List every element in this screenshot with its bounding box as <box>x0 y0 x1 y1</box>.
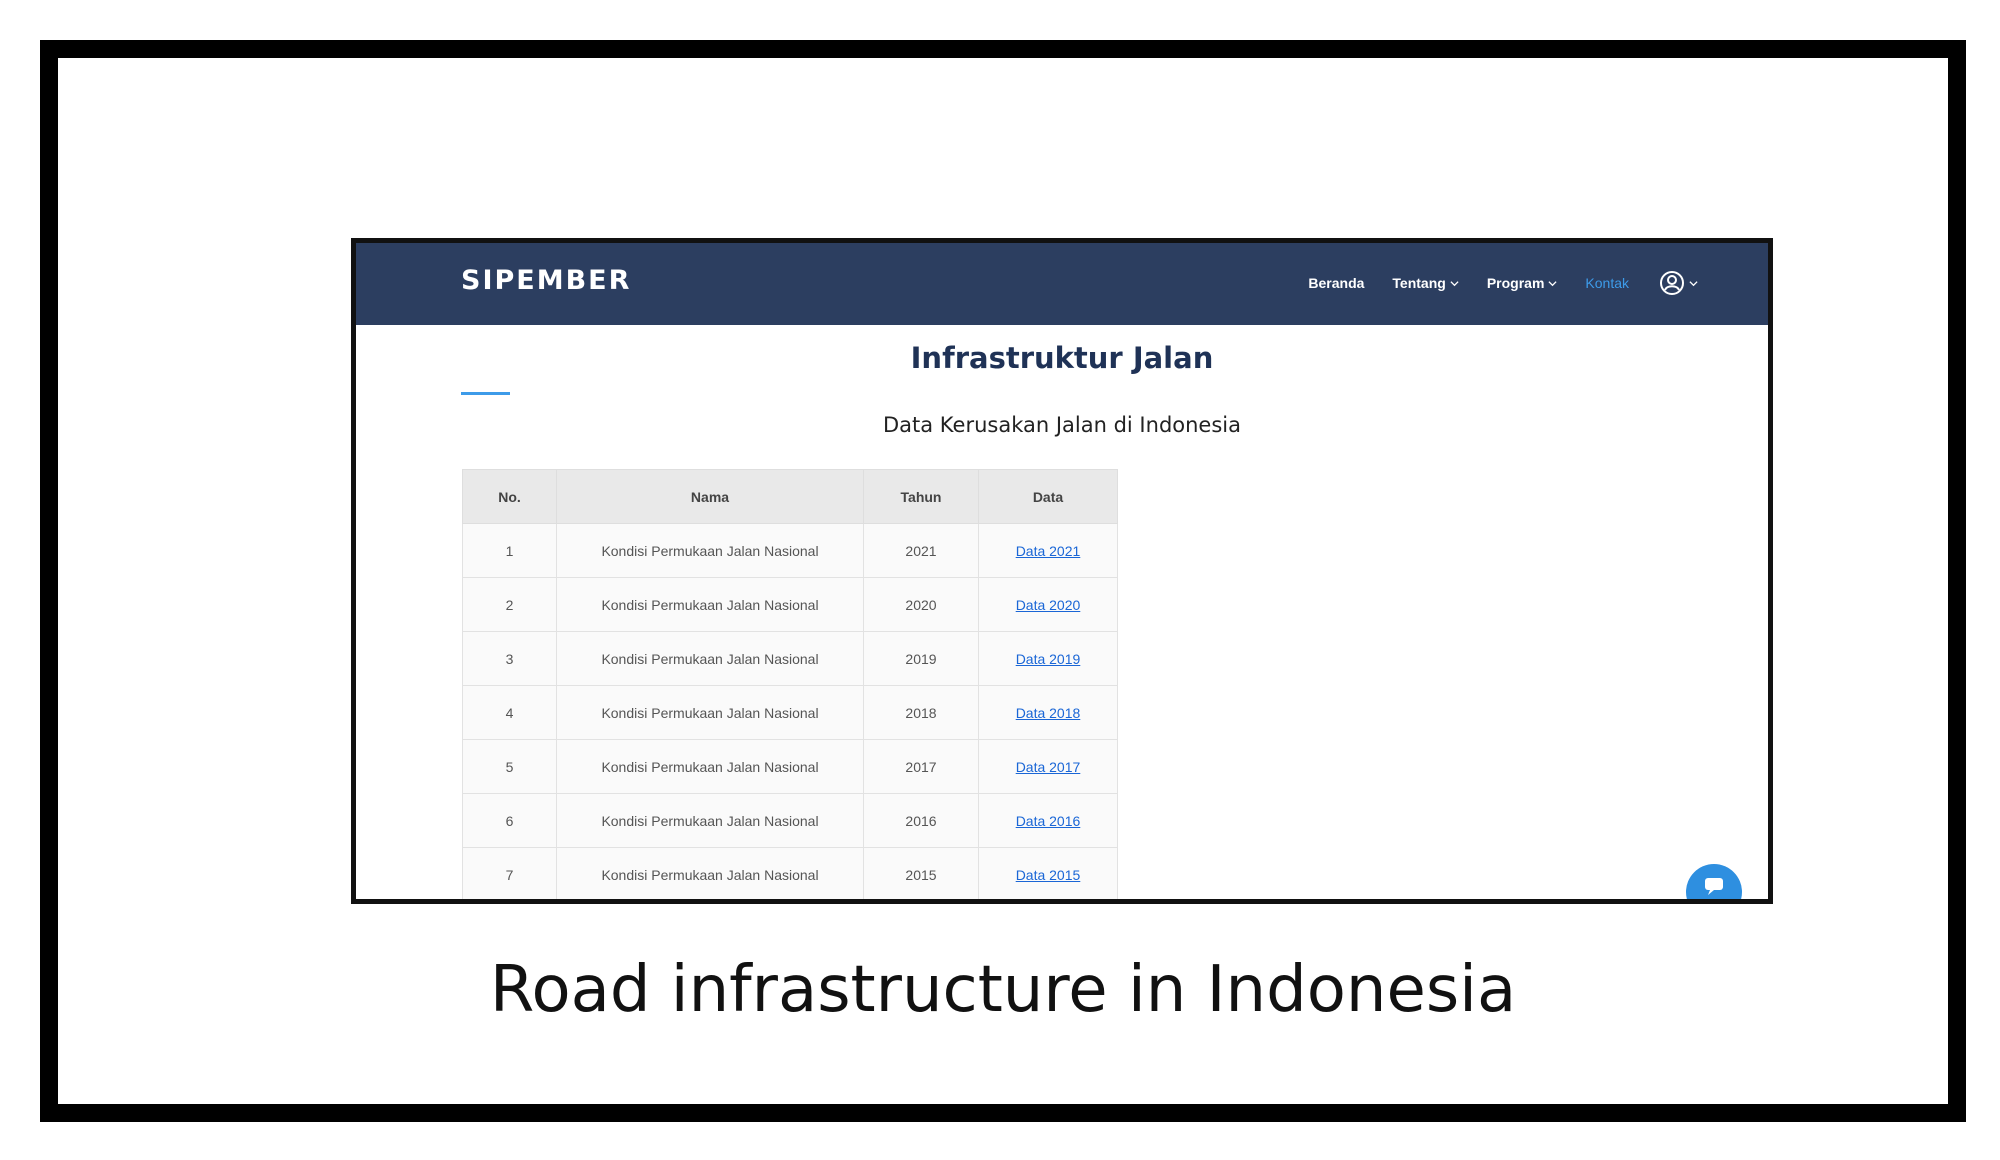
header-data: Data <box>978 469 1118 524</box>
chat-icon <box>1705 878 1723 895</box>
navbar: SIPEMBER Beranda Tentang Program Kontak <box>356 243 1768 325</box>
nav-menu: Beranda Tentang Program Kontak <box>1280 270 1698 296</box>
data-link[interactable]: Data 2017 <box>1016 759 1081 775</box>
brand-logo[interactable]: SIPEMBER <box>461 265 631 296</box>
cell-nama: Kondisi Permukaan Jalan Nasional <box>556 577 864 632</box>
nav-item-label: Kontak <box>1585 275 1629 291</box>
cell-tahun: 2017 <box>863 739 979 794</box>
cell-tahun: 2016 <box>863 793 979 848</box>
table-row: 4 Kondisi Permukaan Jalan Nasional 2018 … <box>462 685 1118 740</box>
data-link[interactable]: Data 2016 <box>1016 813 1081 829</box>
data-link[interactable]: Data 2021 <box>1016 543 1081 559</box>
cell-no: 1 <box>462 523 557 578</box>
header-tahun: Tahun <box>863 469 979 524</box>
header-nama: Nama <box>556 469 864 524</box>
cell-nama: Kondisi Permukaan Jalan Nasional <box>556 631 864 686</box>
data-table: No. Nama Tahun Data 1 Kondisi Permukaan … <box>462 469 1118 899</box>
cell-data: Data 2018 <box>978 685 1118 740</box>
cell-no: 3 <box>462 631 557 686</box>
nav-item-label: Beranda <box>1308 275 1365 291</box>
cell-data: Data 2017 <box>978 739 1118 794</box>
cell-data: Data 2021 <box>978 523 1118 578</box>
nav-item-label: Program <box>1486 275 1545 291</box>
cell-tahun: 2021 <box>863 523 979 578</box>
user-circle-icon <box>1660 271 1684 295</box>
title-accent-line <box>461 392 510 395</box>
table-header-row: No. Nama Tahun Data <box>462 469 1118 524</box>
chevron-down-icon <box>1689 280 1698 286</box>
cell-no: 2 <box>462 577 557 632</box>
nav-item-kontak[interactable]: Kontak <box>1585 275 1629 291</box>
cell-data: Data 2015 <box>978 847 1118 899</box>
cell-data: Data 2020 <box>978 577 1118 632</box>
nav-item-label: Tentang <box>1392 275 1446 291</box>
nav-item-program[interactable]: Program <box>1487 275 1558 291</box>
data-link[interactable]: Data 2020 <box>1016 597 1081 613</box>
chevron-down-icon <box>1450 280 1459 286</box>
data-link[interactable]: Data 2019 <box>1016 651 1081 667</box>
cell-nama: Kondisi Permukaan Jalan Nasional <box>556 739 864 794</box>
table-row: 6 Kondisi Permukaan Jalan Nasional 2016 … <box>462 793 1118 848</box>
cell-nama: Kondisi Permukaan Jalan Nasional <box>556 685 864 740</box>
header-no: No. <box>462 469 557 524</box>
page-title: Infrastruktur Jalan <box>910 341 1214 375</box>
cell-tahun: 2020 <box>863 577 979 632</box>
website-screenshot: SIPEMBER Beranda Tentang Program Kontak <box>351 238 1773 904</box>
image-caption: Road infrastructure in Indonesia <box>489 953 1517 1027</box>
cell-nama: Kondisi Permukaan Jalan Nasional <box>556 847 864 899</box>
cell-nama: Kondisi Permukaan Jalan Nasional <box>556 793 864 848</box>
cell-no: 6 <box>462 793 557 848</box>
table-row: 1 Kondisi Permukaan Jalan Nasional 2021 … <box>462 523 1118 578</box>
table-row: 7 Kondisi Permukaan Jalan Nasional 2015 … <box>462 847 1118 899</box>
cell-data: Data 2019 <box>978 631 1118 686</box>
cell-tahun: 2018 <box>863 685 979 740</box>
cell-tahun: 2015 <box>863 847 979 899</box>
cell-tahun: 2019 <box>863 631 979 686</box>
table-row: 5 Kondisi Permukaan Jalan Nasional 2017 … <box>462 739 1118 794</box>
user-menu[interactable] <box>1659 270 1698 296</box>
outer-frame: SIPEMBER Beranda Tentang Program Kontak <box>40 40 1966 1122</box>
nav-item-tentang[interactable]: Tentang <box>1392 275 1459 291</box>
table-row: 3 Kondisi Permukaan Jalan Nasional 2019 … <box>462 631 1118 686</box>
cell-no: 7 <box>462 847 557 899</box>
page-subtitle: Data Kerusakan Jalan di Indonesia <box>882 413 1241 437</box>
data-link[interactable]: Data 2015 <box>1016 867 1081 883</box>
chat-button[interactable] <box>1686 864 1742 899</box>
data-link[interactable]: Data 2018 <box>1016 705 1081 721</box>
table-row: 2 Kondisi Permukaan Jalan Nasional 2020 … <box>462 577 1118 632</box>
cell-nama: Kondisi Permukaan Jalan Nasional <box>556 523 864 578</box>
cell-no: 4 <box>462 685 557 740</box>
cell-no: 5 <box>462 739 557 794</box>
chevron-down-icon <box>1548 280 1557 286</box>
nav-item-beranda[interactable]: Beranda <box>1308 275 1364 291</box>
cell-data: Data 2016 <box>978 793 1118 848</box>
